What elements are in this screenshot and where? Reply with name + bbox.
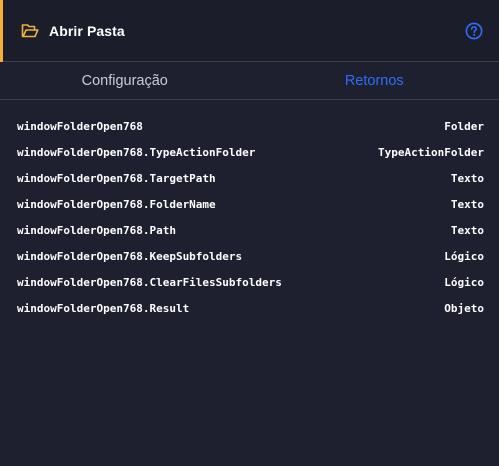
tab-retornos[interactable]: Retornos — [250, 62, 499, 99]
list-item: windowFolderOpen768.ClearFilesSubfolders… — [0, 269, 499, 295]
return-name: windowFolderOpen768.KeepSubfolders — [17, 249, 243, 263]
return-type: TypeActionFolder — [378, 145, 484, 159]
list-item: windowFolderOpen768.KeepSubfolders Lógic… — [0, 243, 499, 269]
help-circle-icon[interactable] — [465, 22, 483, 40]
return-name: windowFolderOpen768.FolderName — [17, 197, 216, 211]
tab-configuracao[interactable]: Configuração — [0, 62, 250, 99]
tab-bar: Configuração Retornos — [0, 62, 499, 100]
folder-open-icon — [21, 22, 39, 40]
return-type: Folder — [444, 119, 484, 133]
list-item: windowFolderOpen768.TypeActionFolder Typ… — [0, 139, 499, 165]
return-name: windowFolderOpen768 — [17, 119, 143, 133]
return-name: windowFolderOpen768.TypeActionFolder — [17, 145, 256, 159]
list-item: windowFolderOpen768.Path Texto — [0, 217, 499, 243]
return-type: Texto — [450, 197, 484, 211]
return-type: Texto — [450, 223, 484, 237]
panel-title: Abrir Pasta — [49, 22, 125, 39]
list-item: windowFolderOpen768.Result Objeto — [0, 295, 499, 321]
list-item: windowFolderOpen768 Folder — [0, 113, 499, 139]
return-name: windowFolderOpen768.Path — [17, 223, 176, 237]
return-type: Lógico — [444, 275, 484, 289]
return-type: Lógico — [444, 249, 484, 263]
return-name: windowFolderOpen768.ClearFilesSubfolders — [17, 275, 282, 289]
panel-header: Abrir Pasta — [0, 0, 499, 62]
list-item: windowFolderOpen768.TargetPath Texto — [0, 165, 499, 191]
action-panel: Abrir Pasta Configuração Retornos window… — [0, 0, 499, 466]
returns-list: windowFolderOpen768 Folder windowFolderO… — [0, 100, 499, 321]
return-name: windowFolderOpen768.TargetPath — [17, 171, 216, 185]
accent-bar — [0, 0, 3, 62]
return-name: windowFolderOpen768.Result — [17, 301, 190, 315]
return-type: Objeto — [444, 301, 484, 315]
list-item: windowFolderOpen768.FolderName Texto — [0, 191, 499, 217]
return-type: Texto — [450, 171, 484, 185]
